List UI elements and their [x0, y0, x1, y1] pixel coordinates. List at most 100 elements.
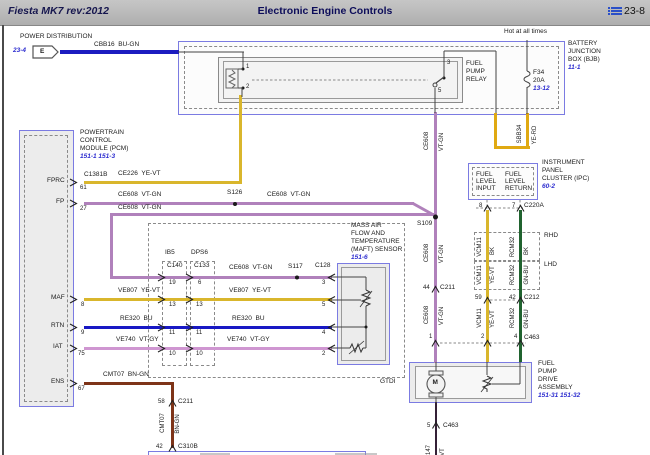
diagram-label: 4	[514, 334, 518, 340]
diagram-label: CLUSTER (IPC)	[542, 175, 590, 182]
diagram-label: 75	[78, 351, 85, 357]
diagram-label: 5	[438, 88, 442, 94]
diagram-label: LHD	[544, 261, 558, 268]
diagram-label: 6	[198, 280, 202, 286]
diagram-label: 60-2	[542, 183, 556, 190]
diagram-label: VE740 VT-GY	[116, 336, 159, 343]
diagram-label: F34	[533, 69, 545, 76]
diagram-label: 151-6	[351, 254, 368, 261]
diagram-label: CE608 VT-GN	[118, 191, 162, 198]
diagram-label: C1381B	[84, 171, 108, 178]
diagram-label: GTDI	[380, 378, 396, 385]
diagram-label: VE807 YE-VT	[118, 287, 161, 294]
diagram-label: VT	[440, 448, 446, 455]
diagram-label: POWERTRAIN	[80, 129, 124, 136]
diagram-label: 58	[158, 399, 165, 405]
diagram-label: CE608 VT-GN	[267, 191, 311, 198]
diagram-label: RE320 BU	[232, 315, 265, 322]
diagram-label: YE-VT	[490, 266, 496, 284]
diagram-label: PANEL	[542, 167, 563, 174]
diagram-label: 27	[80, 206, 87, 212]
diagram-label: YE-VT	[490, 310, 496, 328]
page-left-edge	[2, 25, 4, 455]
diagram-label: C140	[167, 262, 183, 269]
diagram-label: POWER DISTRIBUTION	[20, 33, 93, 40]
diagram-label: 2	[246, 84, 250, 90]
diagram-label: CMT07	[160, 413, 166, 433]
diagram-label: INSTRUMENT	[542, 159, 585, 166]
diagram-label: 2	[481, 334, 485, 340]
diagram-label: IAT	[53, 343, 63, 350]
diagram-label: ASSEMBLY	[538, 384, 573, 391]
diagram-label: IB5	[165, 249, 175, 256]
diagram-label: VT-GN	[439, 306, 445, 326]
diagram-label: VE740 VT-GY	[227, 336, 270, 343]
diagram-label: ENS	[51, 378, 65, 385]
diagram-label: S117	[288, 263, 303, 270]
diagram-label: RCM32	[510, 307, 516, 329]
relay-switch-icon	[432, 76, 445, 88]
diagram-label: 151-31 151-32	[538, 392, 581, 399]
diagram-label: VCM11	[477, 237, 483, 257]
diagram-label: PUMP	[466, 68, 485, 75]
diagram-label: C211	[440, 284, 456, 291]
diagram-label: MAF	[51, 294, 65, 301]
diagram-label: GN-BU	[524, 309, 530, 329]
diagram-label: 3	[322, 280, 326, 286]
diagram-label: INPUT	[476, 185, 496, 192]
diagram-label: CE608 VT-GN	[118, 204, 162, 211]
diagram-label: C133	[194, 262, 210, 269]
diagram-label: C128	[315, 262, 331, 269]
diagram-label: FUEL	[538, 360, 555, 367]
diagram-label: 9	[81, 330, 85, 336]
diagram-label: 19	[169, 280, 176, 286]
diagram-label: BK	[490, 246, 496, 256]
diagram-label: BOX (BJB)	[568, 56, 600, 63]
diagram-label: C220A	[524, 202, 544, 209]
diagram-label: 13	[169, 302, 176, 308]
diagram-label: BATTERY	[568, 40, 598, 47]
diagram-label: 7	[512, 203, 516, 209]
diagram-label: 10	[169, 351, 176, 357]
diagram-label: 44	[423, 285, 430, 291]
diagram-label: FLOW AND	[351, 230, 385, 237]
diagram-label: 8	[479, 203, 483, 209]
diagram-label: 3	[447, 60, 451, 66]
diagram-label: RE320 BU	[120, 315, 153, 322]
diagram-label: 13-12	[533, 85, 550, 92]
diagram-label: FP	[56, 198, 65, 205]
diagram-label: 61	[80, 185, 87, 191]
diagram-label: 2	[322, 351, 326, 357]
diagram-label: RETURN	[505, 185, 533, 192]
diagram-label: 1	[246, 64, 250, 70]
diagram-label: 5	[427, 423, 431, 429]
diagram-label: CE608 VT-GN	[229, 264, 273, 271]
diagram-label: CE608	[424, 305, 430, 325]
diagram-label: 67	[78, 386, 85, 392]
diagram-label: RCM32	[510, 236, 516, 258]
diagram-label: Hot at all times	[504, 28, 547, 35]
diagram-label: MASS AIR	[351, 222, 382, 229]
diagram-label: 11	[169, 330, 176, 336]
diagram-label: 42	[156, 444, 163, 450]
diagram-label: CE608	[424, 243, 430, 263]
diagram-label: VT-GN	[439, 132, 445, 152]
diagram-label: JUNCTION	[568, 48, 601, 55]
pentagon-e-icon	[32, 45, 59, 59]
diagram-label: C310B	[178, 443, 198, 450]
diagram-label: MODULE (PCM)	[80, 145, 129, 152]
diagram-label: CE608	[424, 131, 430, 151]
thermistor-icon	[348, 340, 365, 355]
diagram-label: CE226 YE-VT	[118, 170, 161, 177]
diagram-label: GN-BU	[524, 265, 530, 285]
relay-coil-icon	[225, 68, 243, 89]
diagram-label: 11-1	[568, 64, 581, 71]
fuel-sender-icon	[480, 375, 494, 393]
diagram-label: 42	[509, 295, 516, 301]
diagram-label: PUMP	[538, 368, 557, 375]
diagram-label: RELAY	[466, 76, 487, 83]
diagram-label: RTN	[51, 322, 65, 329]
diagram-label: DRIVE	[538, 376, 558, 383]
diagram-label: 151-1 151-3	[80, 153, 116, 160]
diagram-label: 13	[196, 302, 203, 308]
